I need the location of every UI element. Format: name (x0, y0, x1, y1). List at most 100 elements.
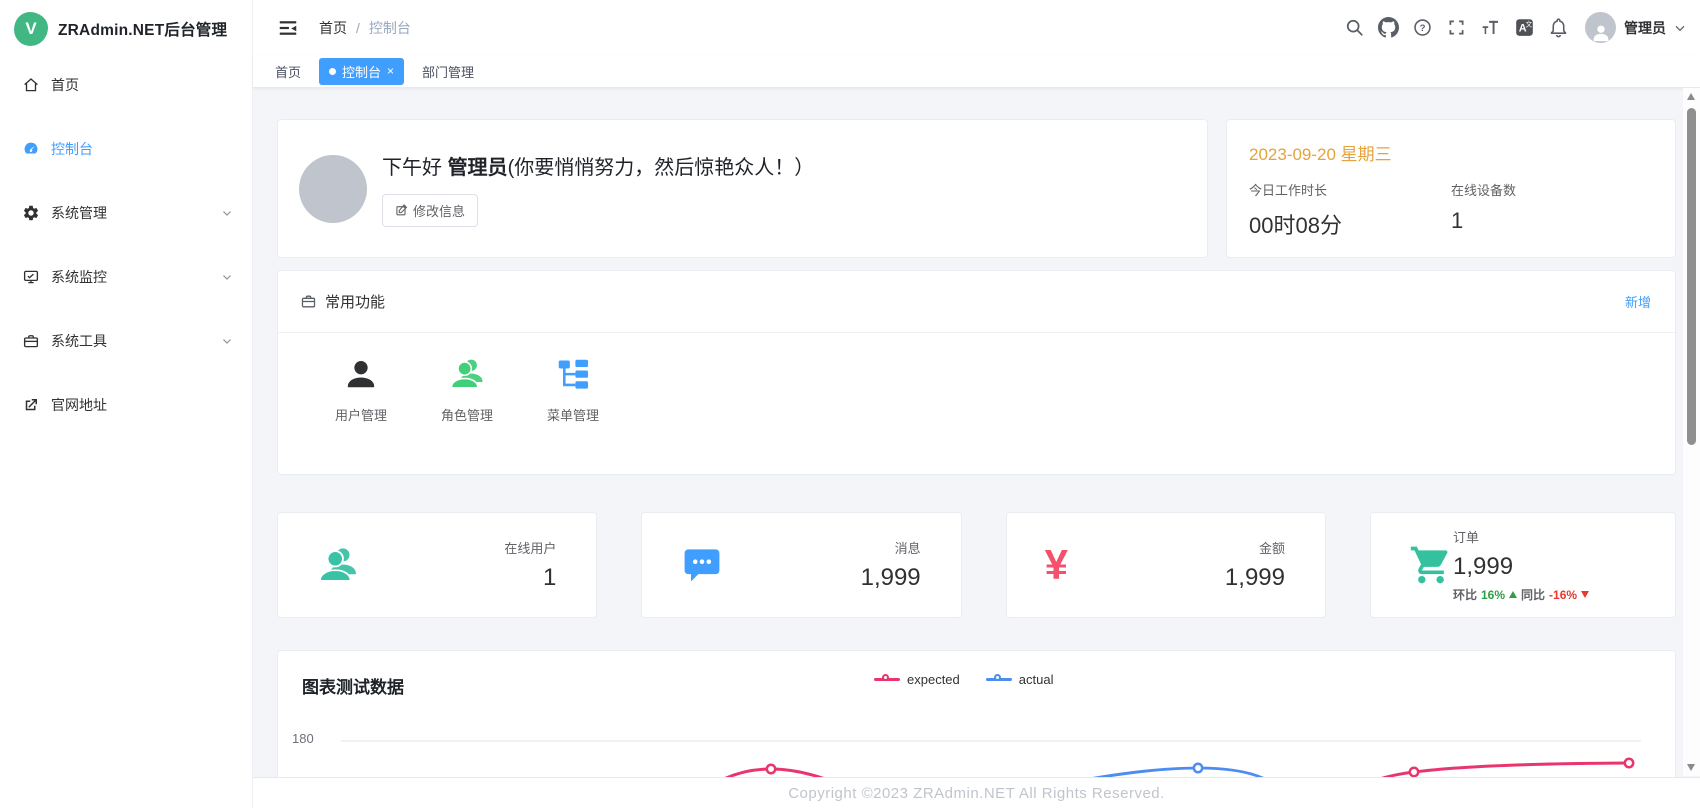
copyright-text: Copyright ©2023 ZRAdmin.NET All Rights R… (788, 785, 1165, 802)
yen-glyph: ¥ (1045, 541, 1068, 588)
sidebar: V ZRAdmin.NET后台管理 首页 控制台 系统管理 系统监控 (0, 0, 253, 808)
chevron-down-icon (220, 334, 234, 348)
fullscreen-icon[interactable] (1439, 11, 1473, 45)
greeting-username: 管理员 (448, 157, 508, 179)
work-time-label: 今日工作时长 (1249, 180, 1451, 199)
navbar-actions: ? A文 管理员 (1337, 11, 1688, 45)
trend-up-icon (1509, 591, 1517, 598)
stat-value: 1 (504, 564, 556, 592)
menu-manage-icon (554, 355, 592, 393)
sidebar-item-label: 控制台 (51, 139, 234, 159)
quick-functions-card: 常用功能 新增 用户管理 角色管理 菜单管理 (277, 270, 1676, 475)
user-avatar[interactable] (1585, 12, 1616, 43)
translate-icon[interactable]: A文 (1507, 11, 1541, 45)
breadcrumb-home[interactable]: 首页 (319, 18, 347, 38)
stat-label: 订单 (1453, 527, 1653, 546)
quick-item-role-manage[interactable]: 角色管理 (414, 355, 520, 424)
sidebar-item-system-monitor[interactable]: 系统监控 (0, 253, 252, 301)
sidebar-item-dashboard[interactable]: 控制台 (0, 125, 252, 173)
active-tab-dot (329, 68, 336, 75)
stats-row: 在线用户 1 消息 1,999 ¥ (277, 512, 1676, 618)
sidebar-item-system-manage[interactable]: 系统管理 (0, 189, 252, 237)
date-text: 2023-09-20 星期三 (1249, 140, 1653, 165)
svg-text:?: ? (1419, 23, 1425, 34)
legend-label: expected (907, 672, 960, 687)
scrollbar-thumb[interactable] (1687, 108, 1696, 445)
logo-letter: V (25, 19, 36, 39)
username[interactable]: 管理员 (1624, 18, 1666, 38)
online-devices-label: 在线设备数 (1451, 180, 1653, 199)
greeting-message: (你要悄悄努力，然后惊艳众人！） (508, 157, 815, 179)
top-navbar: 首页 / 控制台 ? A文 管理员 (253, 0, 1700, 55)
trend-down-icon (1581, 591, 1589, 598)
stat-label: 消息 (861, 538, 921, 557)
logo-mark: V (14, 12, 48, 46)
quick-item-label: 用户管理 (335, 405, 387, 424)
bell-icon[interactable] (1541, 11, 1575, 45)
chart-legend: expected actual (874, 672, 1053, 687)
tab-home[interactable]: 首页 (263, 58, 313, 85)
date-card: 2023-09-20 星期三 今日工作时长 00时08分 在线设备数 1 (1226, 119, 1676, 258)
tab-dashboard[interactable]: 控制台 (319, 58, 404, 85)
legend-marker-actual (986, 674, 1012, 685)
greeting-prefix: 下午好 (382, 157, 448, 179)
online-devices-value: 1 (1451, 208, 1653, 234)
quick-item-user-manage[interactable]: 用户管理 (308, 355, 414, 424)
mom-value: 16% (1481, 588, 1505, 602)
stat-card-orders: 订单 1,999 环比 16% 同比 -16% (1370, 512, 1676, 618)
briefcase-icon (300, 293, 317, 310)
stat-value: 1,999 (861, 564, 921, 592)
avatar (299, 155, 367, 223)
app-logo[interactable]: V ZRAdmin.NET后台管理 (0, 0, 252, 57)
sidebar-item-home[interactable]: 首页 (0, 61, 252, 109)
greeting-text: 下午好 管理员(你要悄悄努力，然后惊艳众人！） (382, 151, 814, 180)
quick-functions-title: 常用功能 (325, 291, 385, 312)
stat-label: 在线用户 (504, 538, 556, 557)
sidebar-item-label: 系统监控 (51, 267, 220, 287)
sidebar-item-system-tools[interactable]: 系统工具 (0, 317, 252, 365)
user-manage-icon (342, 355, 380, 393)
stat-value: 1,999 (1225, 564, 1285, 592)
legend-item-expected[interactable]: expected (874, 672, 960, 687)
work-time-value: 00时08分 (1249, 208, 1451, 240)
scroll-down-arrow-icon[interactable] (1687, 764, 1695, 771)
toolbox-icon (22, 332, 40, 350)
main-area: 首页 / 控制台 ? A文 管理员 首页 控制台 (253, 0, 1700, 808)
message-icon (680, 543, 724, 587)
sidebar-item-label: 官网地址 (51, 395, 234, 415)
chevron-down-icon (220, 206, 234, 220)
stat-card-amount: ¥ 金额 1,999 (1006, 512, 1326, 618)
dashboard-icon (22, 140, 40, 158)
legend-marker-expected (874, 674, 900, 685)
tab-department[interactable]: 部门管理 (410, 58, 486, 85)
sidebar-item-website[interactable]: 官网地址 (0, 381, 252, 429)
sidebar-item-label: 首页 (51, 75, 234, 95)
role-manage-icon (448, 355, 486, 393)
home-icon (22, 76, 40, 94)
yoy-label: 同比 (1521, 586, 1545, 603)
github-icon[interactable] (1371, 11, 1405, 45)
gear-icon (22, 204, 40, 222)
external-link-icon (22, 396, 40, 414)
edit-info-button[interactable]: 修改信息 (382, 194, 478, 227)
help-icon[interactable]: ? (1405, 11, 1439, 45)
breadcrumb-current: 控制台 (369, 18, 411, 38)
line-chart (278, 651, 1661, 777)
legend-item-actual[interactable]: actual (986, 672, 1054, 687)
add-quick-function-link[interactable]: 新增 (1625, 292, 1651, 311)
chevron-down-icon[interactable] (1672, 20, 1688, 36)
app-window: V ZRAdmin.NET后台管理 首页 控制台 系统管理 系统监控 (0, 0, 1700, 808)
sidebar-nav: 首页 控制台 系统管理 系统监控 系统工具 (0, 57, 252, 429)
vertical-scrollbar[interactable] (1683, 88, 1700, 776)
quick-item-menu-manage[interactable]: 菜单管理 (520, 355, 626, 424)
cart-icon (1409, 543, 1453, 587)
scroll-up-arrow-icon[interactable] (1687, 93, 1695, 100)
breadcrumb-separator: / (356, 20, 360, 36)
font-size-icon[interactable] (1473, 11, 1507, 45)
y-axis-tick: 180 (292, 731, 314, 746)
breadcrumb: 首页 / 控制台 (319, 18, 411, 38)
search-icon[interactable] (1337, 11, 1371, 45)
tab-close-icon[interactable] (387, 65, 394, 77)
trend-row: 环比 16% 同比 -16% (1453, 586, 1653, 603)
sidebar-collapse-icon[interactable] (277, 17, 299, 39)
